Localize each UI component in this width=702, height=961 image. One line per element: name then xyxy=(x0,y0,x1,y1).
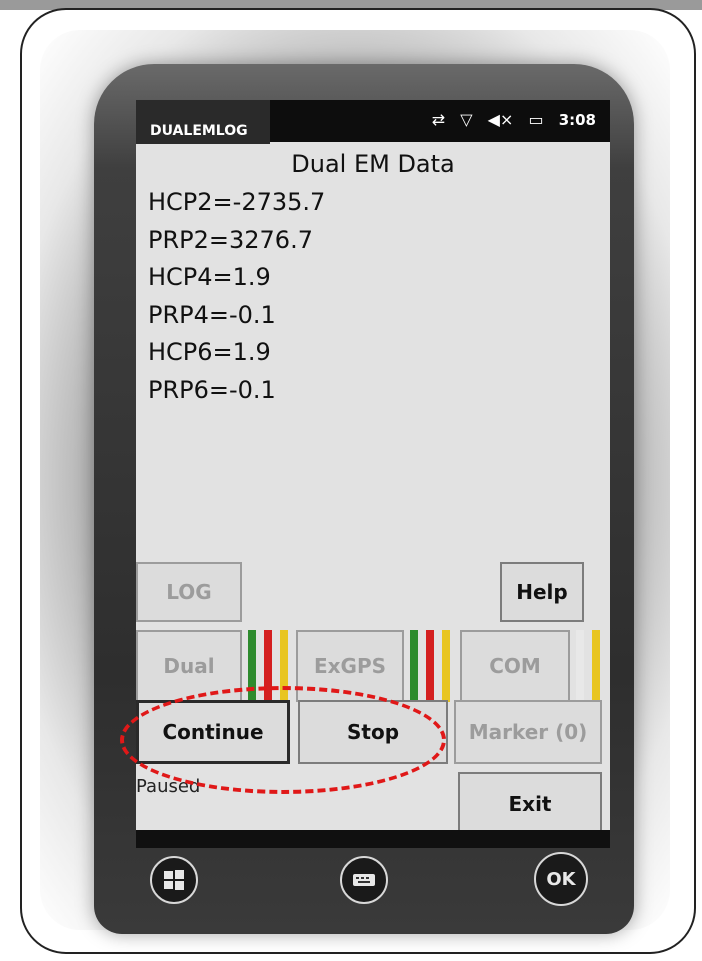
reading-hcp4: HCP4=1.9 xyxy=(148,263,271,291)
ok-button[interactable]: OK xyxy=(534,852,588,906)
signal-off-icon: ▽ xyxy=(460,110,473,129)
battery-icon: ▭ xyxy=(528,110,544,129)
log-button[interactable]: LOG xyxy=(136,562,242,622)
app-name-tab[interactable]: DUALEMLOG xyxy=(136,100,270,144)
highlight-annotation xyxy=(120,686,446,794)
reading-hcp2: HCP2=-2735.7 xyxy=(148,188,326,216)
screen-title: Dual EM Data xyxy=(291,150,455,178)
help-button[interactable]: Help xyxy=(500,562,584,622)
reading-hcp6: HCP6=1.9 xyxy=(148,338,271,366)
exgps-status-yellow xyxy=(442,630,450,702)
status-icons: ⇄ ▽ ◀× ▭ 3:08 xyxy=(422,110,596,129)
windows-start-icon[interactable] xyxy=(150,856,198,904)
com-button[interactable]: COM xyxy=(460,630,570,702)
sync-off-icon: ⇄ xyxy=(431,110,446,129)
keyboard-glyph xyxy=(353,874,375,886)
com-status-yellow xyxy=(592,630,600,702)
marker-button[interactable]: Marker (0) xyxy=(454,700,602,764)
clock-time: 3:08 xyxy=(558,111,596,129)
com-status-white xyxy=(576,630,584,702)
reading-prp2: PRP2=3276.7 xyxy=(148,225,313,254)
exit-button[interactable]: Exit xyxy=(458,772,602,836)
speaker-muted-icon: ◀× xyxy=(487,110,514,129)
keyboard-icon[interactable] xyxy=(340,856,388,904)
readings-list: HCP2=-2735.7 PRP2=3276.7 HCP4=1.9 PRP4=-… xyxy=(148,184,325,409)
reading-prp6: PRP6=-0.1 xyxy=(148,375,276,404)
exgps-status-red xyxy=(426,630,434,702)
windows-start-glyph xyxy=(164,870,184,890)
exgps-status-green xyxy=(410,630,418,702)
soft-key-bar xyxy=(136,830,610,848)
reading-prp4: PRP4=-0.1 xyxy=(148,300,276,329)
